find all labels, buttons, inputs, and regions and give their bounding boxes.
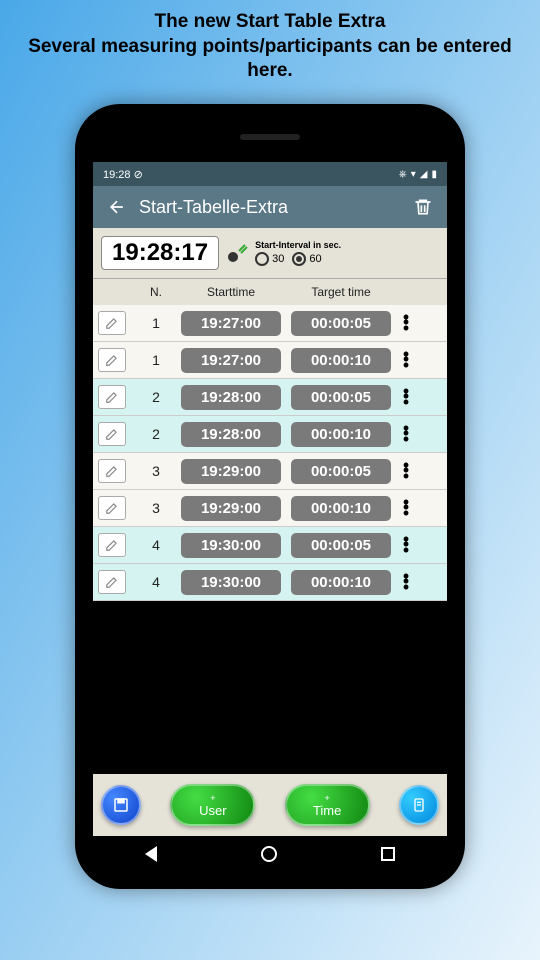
battery-icon: ▮	[431, 169, 437, 180]
status-bar: 19:28 ⊘ ⎈ ▾ ◢ ▮	[93, 162, 447, 186]
start-time[interactable]: 19:27:00	[181, 311, 281, 336]
location-icon: ⎈	[399, 169, 407, 180]
row-menu-icon[interactable]: •••	[396, 426, 416, 442]
wifi-icon: ▾	[411, 169, 416, 180]
clock-display: 19:28:17	[101, 236, 219, 270]
row-number: 4	[136, 537, 176, 553]
status-time: 19:28	[103, 169, 131, 181]
satellite-icon	[225, 241, 249, 265]
edit-icon[interactable]	[98, 311, 126, 335]
user-label: User	[199, 804, 226, 817]
top-controls: 19:28:17 Start-Interval in sec. 30 60	[93, 228, 447, 278]
start-time[interactable]: 19:28:00	[181, 422, 281, 447]
interval-radio-60[interactable]: 60	[292, 252, 321, 266]
table-row: 2 19:28:00 00:00:10 •••	[93, 416, 447, 453]
row-menu-icon[interactable]: •••	[396, 537, 416, 553]
phone-speaker	[240, 134, 300, 140]
row-number: 3	[136, 463, 176, 479]
row-menu-icon[interactable]: •••	[396, 463, 416, 479]
table-row: 3 19:29:00 00:00:05 •••	[93, 453, 447, 490]
interval-label: Start-Interval in sec.	[255, 240, 439, 250]
row-menu-icon[interactable]: •••	[396, 574, 416, 590]
interval-section: Start-Interval in sec. 30 60	[255, 240, 439, 266]
phone-frame: 19:28 ⊘ ⎈ ▾ ◢ ▮ Start-Tabelle-Extra 19	[75, 104, 465, 889]
target-time[interactable]: 00:00:05	[291, 459, 391, 484]
start-time[interactable]: 19:29:00	[181, 496, 281, 521]
row-number: 2	[136, 389, 176, 405]
target-time[interactable]: 00:00:10	[291, 496, 391, 521]
target-time[interactable]: 00:00:10	[291, 570, 391, 595]
page-caption: The new Start Table ExtraSeveral measuri…	[0, 0, 540, 89]
table-header: N. Starttime Target time	[93, 278, 447, 305]
signal-icon: ◢	[420, 169, 428, 180]
interval-radio-30[interactable]: 30	[255, 252, 284, 266]
start-time[interactable]: 19:27:00	[181, 348, 281, 373]
row-number: 4	[136, 574, 176, 590]
edit-icon[interactable]	[98, 496, 126, 520]
header-n: N.	[136, 285, 176, 299]
table-row: 2 19:28:00 00:00:05 •••	[93, 379, 447, 416]
time-label: Time	[313, 804, 341, 817]
edit-icon[interactable]	[98, 459, 126, 483]
row-menu-icon[interactable]: •••	[396, 500, 416, 516]
delete-button[interactable]	[409, 193, 437, 221]
save-button[interactable]	[101, 785, 141, 825]
target-time[interactable]: 00:00:05	[291, 311, 391, 336]
target-time[interactable]: 00:00:05	[291, 533, 391, 558]
target-time[interactable]: 00:00:10	[291, 422, 391, 447]
edit-icon[interactable]	[98, 570, 126, 594]
back-button[interactable]	[103, 193, 131, 221]
edit-icon[interactable]	[98, 422, 126, 446]
start-time[interactable]: 19:30:00	[181, 570, 281, 595]
row-menu-icon[interactable]: •••	[396, 389, 416, 405]
row-menu-icon[interactable]: •••	[396, 315, 416, 331]
start-time[interactable]: 19:28:00	[181, 385, 281, 410]
nav-home-icon[interactable]	[261, 846, 277, 862]
target-time[interactable]: 00:00:10	[291, 348, 391, 373]
edit-icon[interactable]	[98, 385, 126, 409]
target-time[interactable]: 00:00:05	[291, 385, 391, 410]
row-number: 1	[136, 352, 176, 368]
row-number: 3	[136, 500, 176, 516]
table-row: 1 19:27:00 00:00:10 •••	[93, 342, 447, 379]
android-navbar	[93, 836, 447, 871]
edit-icon[interactable]	[98, 533, 126, 557]
nav-back-icon[interactable]	[145, 846, 157, 862]
export-button[interactable]	[399, 785, 439, 825]
add-user-button[interactable]: + User	[170, 784, 255, 826]
table-row: 3 19:29:00 00:00:10 •••	[93, 490, 447, 527]
appbar-title: Start-Tabelle-Extra	[139, 197, 401, 218]
status-icon: ⊘	[134, 169, 143, 181]
table-row: 4 19:30:00 00:00:05 •••	[93, 527, 447, 564]
app-bar: Start-Tabelle-Extra	[93, 186, 447, 228]
plus-icon: +	[325, 794, 330, 803]
table-container: N. Starttime Target time 1 19:27:00 00:00:…	[93, 278, 447, 774]
start-time[interactable]: 19:29:00	[181, 459, 281, 484]
header-target: Target time	[286, 285, 396, 299]
header-start: Starttime	[176, 285, 286, 299]
bottom-toolbar: + User + Time	[93, 774, 447, 836]
plus-icon: +	[210, 794, 215, 803]
row-menu-icon[interactable]: •••	[396, 352, 416, 368]
nav-recent-icon[interactable]	[381, 847, 395, 861]
row-number: 2	[136, 426, 176, 442]
add-time-button[interactable]: + Time	[285, 784, 370, 826]
table-row: 1 19:27:00 00:00:05 •••	[93, 305, 447, 342]
table-row: 4 19:30:00 00:00:10 •••	[93, 564, 447, 601]
row-number: 1	[136, 315, 176, 331]
edit-icon[interactable]	[98, 348, 126, 372]
start-time[interactable]: 19:30:00	[181, 533, 281, 558]
